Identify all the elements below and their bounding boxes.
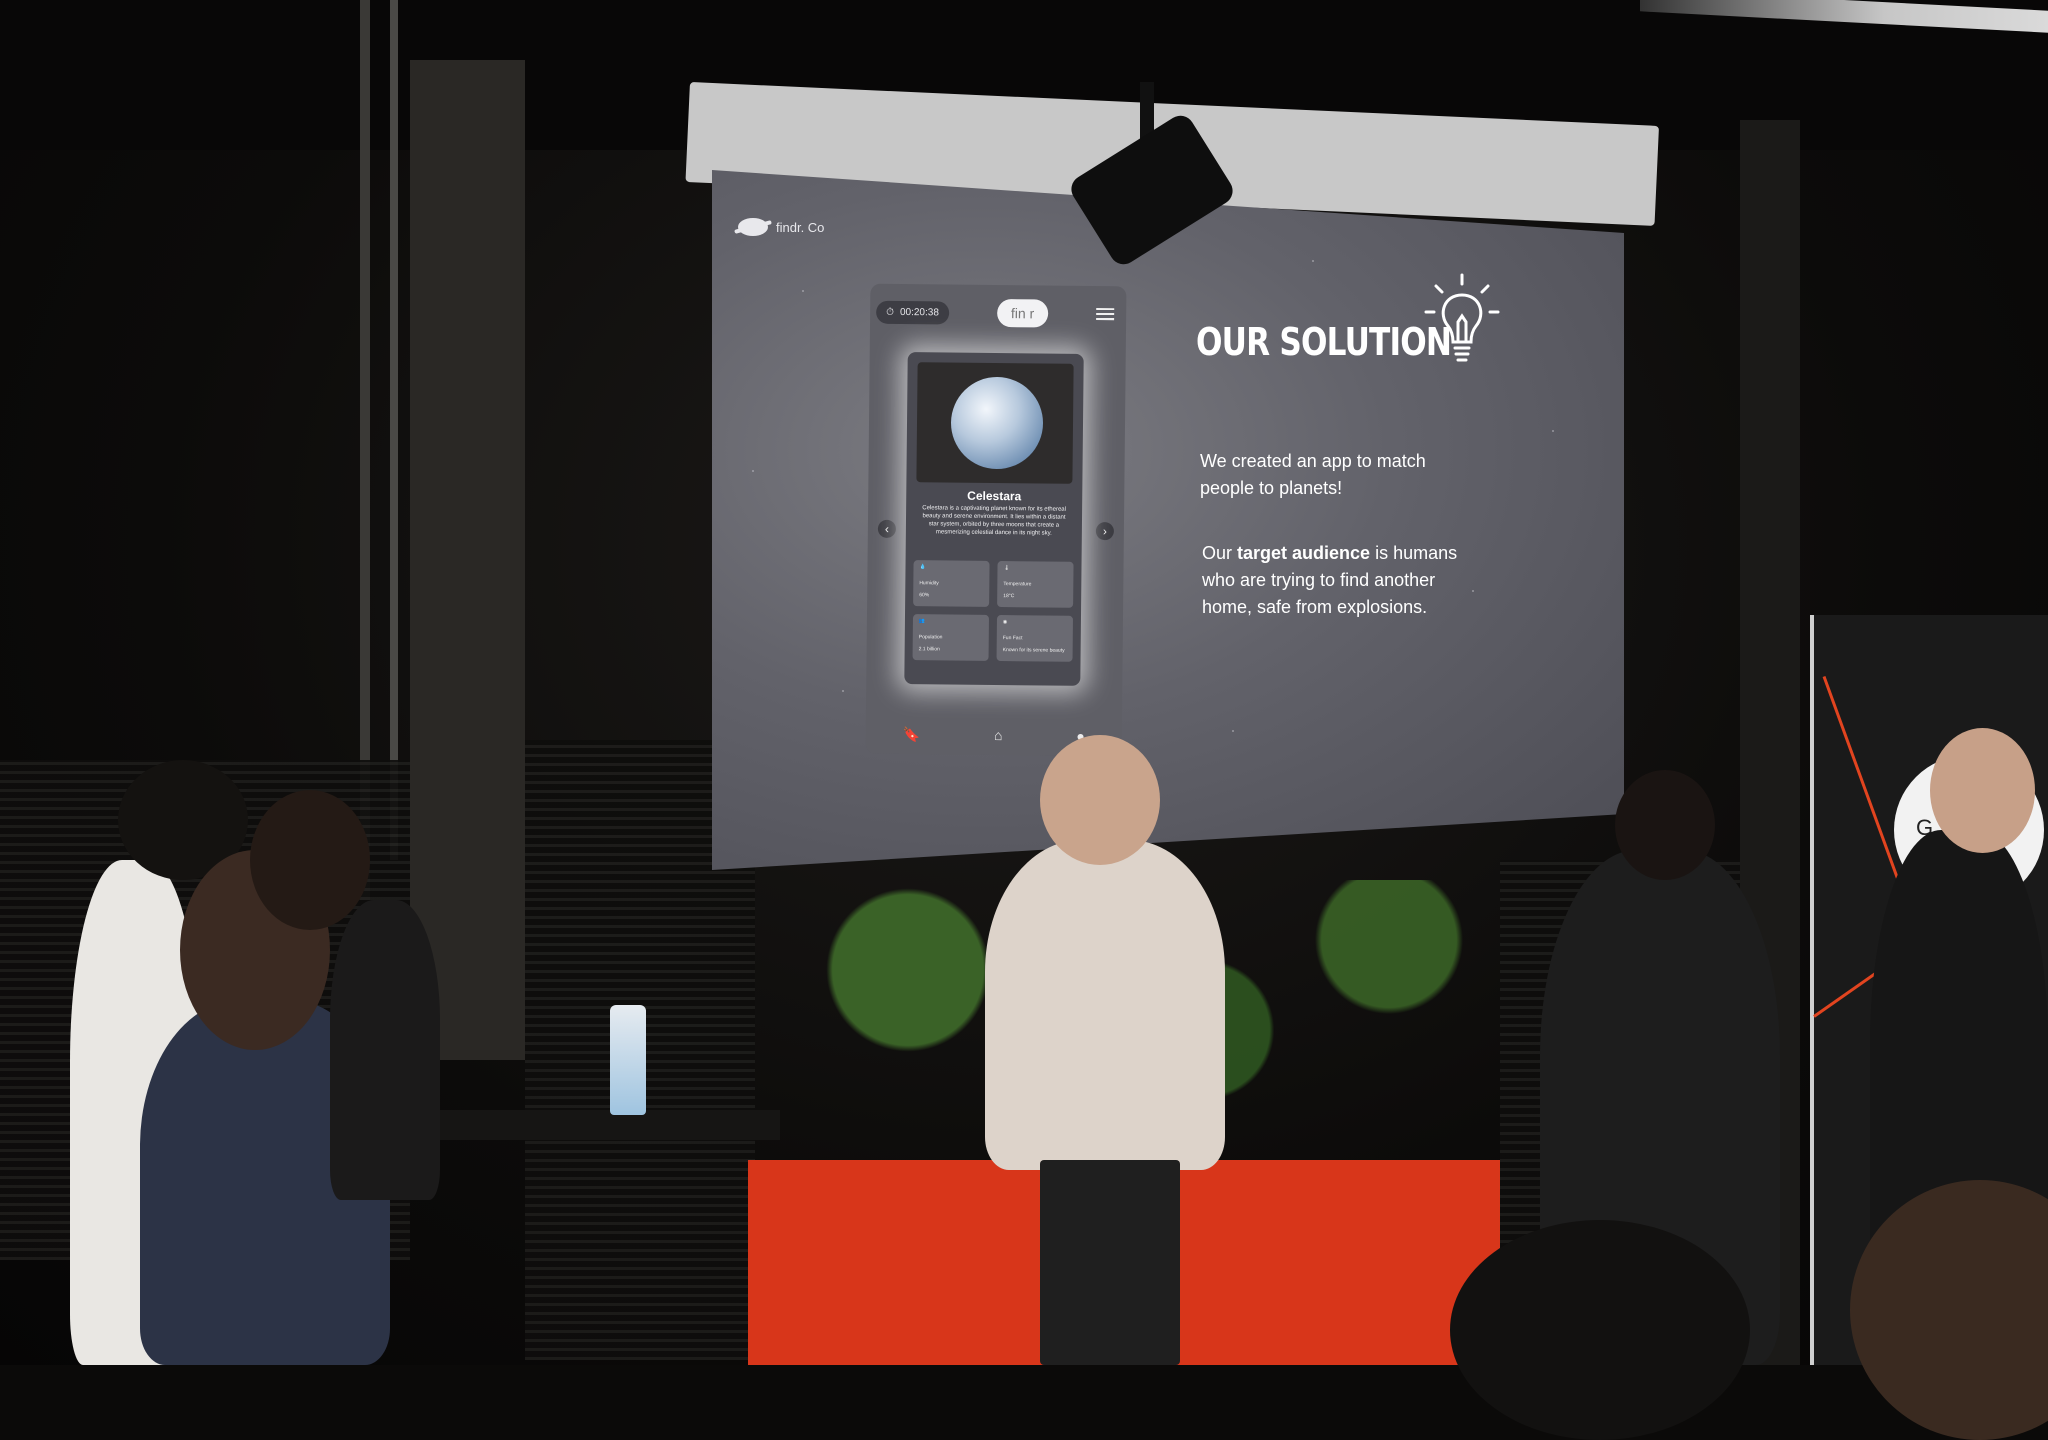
thermometer-icon: 🌡 xyxy=(1003,565,1010,572)
people-icon: 👥 xyxy=(918,618,926,625)
stat-label: Fun Fact xyxy=(1002,635,1023,642)
stat-label: Humidity xyxy=(919,580,939,587)
person-head xyxy=(250,790,370,930)
person-head xyxy=(1930,728,2035,853)
clock-icon: ⏱ xyxy=(886,306,895,318)
lightbulb-icon xyxy=(1424,273,1500,362)
app-header: ⏱ 00:20:38 fin r xyxy=(876,292,1120,335)
app-logo: fin r xyxy=(996,298,1049,328)
text-emphasis: target audience xyxy=(1237,543,1371,563)
text-line: people to planets! xyxy=(1200,478,1343,498)
text-suffix: is humans xyxy=(1370,543,1458,563)
planet-card[interactable]: Celestara Celestara is a captivating pla… xyxy=(904,352,1084,686)
star xyxy=(1312,260,1314,262)
brand: findr. Co xyxy=(738,218,824,236)
slide-heading: OUR SOLUTION xyxy=(1196,320,1452,364)
droplet-icon: 💧 xyxy=(919,564,926,571)
stat-value: 2.1 billion xyxy=(918,646,940,653)
stat-humidity: 💧 Humidity 60% xyxy=(913,560,990,607)
stat-value: Known for its serene beauty xyxy=(1002,647,1065,654)
home-icon[interactable]: ⌂ xyxy=(994,727,1003,743)
text-prefix: Our xyxy=(1202,543,1238,563)
text-line: Our target audience is humans xyxy=(1202,540,1457,567)
planet-logo-icon xyxy=(738,218,768,236)
stat-population: 👥 Population 2.1 billion xyxy=(912,614,990,661)
brand-name: findr. Co xyxy=(776,219,825,235)
stat-temperature: 🌡 Temperature 18°C xyxy=(997,561,1074,608)
timer-value: 00:20:38 xyxy=(899,306,939,318)
hamburger-menu-icon[interactable] xyxy=(1096,308,1115,321)
text-line: home, safe from explosions. xyxy=(1202,597,1428,617)
globe-icon: ◉ xyxy=(1002,619,1008,626)
star xyxy=(802,290,804,292)
stat-value: 18°C xyxy=(1003,593,1015,600)
wall-pipe xyxy=(390,0,398,860)
presenter-head xyxy=(1040,735,1160,865)
planet-image xyxy=(950,376,1044,470)
banner-graphic xyxy=(1822,675,1901,884)
table xyxy=(400,1110,780,1140)
chevron-left-icon[interactable]: ‹ xyxy=(877,519,896,538)
pillar xyxy=(410,60,525,1060)
text-line: who are trying to find another xyxy=(1202,570,1436,590)
text-line: We created an app to match xyxy=(1200,451,1426,471)
audience-paragraph: Our target audience is humans who are tr… xyxy=(1202,540,1457,621)
bookmark-icon[interactable]: 🔖 xyxy=(903,726,921,743)
presenter-pants xyxy=(1040,1160,1180,1365)
chevron-right-icon[interactable]: › xyxy=(1095,522,1114,541)
planet-image-frame xyxy=(916,362,1074,484)
projection-screen: findr. Co ⏱ 00:20:38 fin r ‹ › Celestara… xyxy=(712,170,1624,870)
stat-label: Population xyxy=(918,634,943,641)
planet-name: Celestara xyxy=(967,488,1022,504)
audience-head xyxy=(1450,1220,1750,1440)
planet-description: Celestara is a captivating planet known … xyxy=(922,505,1067,537)
star xyxy=(842,690,844,692)
solution-paragraph: We created an app to match people to pla… xyxy=(1200,448,1426,502)
star xyxy=(1552,430,1554,432)
presenter xyxy=(985,840,1225,1170)
spray-bottle xyxy=(610,1005,646,1115)
stat-fun-fact: ◉ Fun Fact Known for its serene beauty xyxy=(996,615,1074,662)
star xyxy=(1232,730,1234,732)
person-head xyxy=(1615,770,1715,880)
stat-label: Temperature xyxy=(1003,581,1032,588)
star xyxy=(1472,590,1474,592)
timer-pill[interactable]: ⏱ 00:20:38 xyxy=(876,300,950,324)
person-dark-left xyxy=(330,900,440,1200)
stat-value: 60% xyxy=(919,592,930,599)
star xyxy=(752,470,754,472)
app-mockup: ⏱ 00:20:38 fin r ‹ › Celestara Celestara… xyxy=(865,283,1127,757)
